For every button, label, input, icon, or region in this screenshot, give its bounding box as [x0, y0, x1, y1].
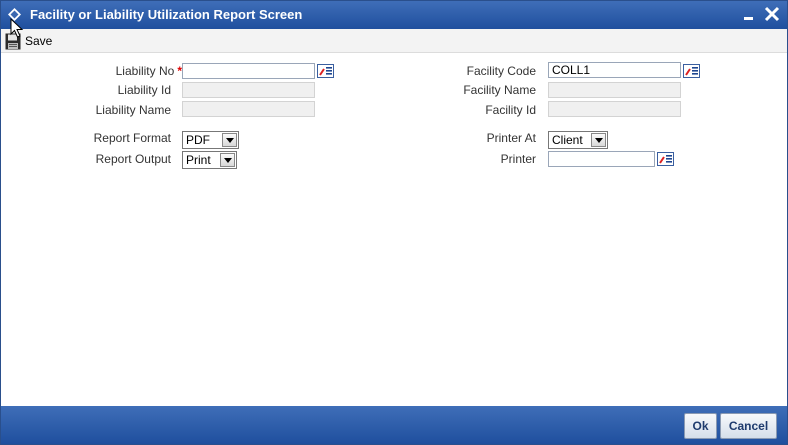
liability-id-label: Liability Id — [117, 83, 171, 97]
report-format-value: PDF — [186, 133, 210, 147]
report-output-select[interactable]: Print — [182, 151, 237, 169]
report-format-select[interactable]: PDF — [182, 131, 239, 149]
facility-code-label: Facility Code — [466, 64, 536, 78]
list-of-values-icon[interactable] — [657, 152, 674, 166]
close-icon[interactable] — [763, 5, 781, 23]
facility-name-label: Facility Name — [463, 83, 536, 97]
report-window: Facility or Liability Utilization Report… — [0, 0, 788, 445]
chevron-down-icon — [591, 133, 606, 147]
list-of-values-icon[interactable] — [317, 64, 334, 78]
facility-id-label: Facility Id — [485, 103, 536, 117]
list-of-values-icon[interactable] — [683, 64, 700, 78]
chevron-down-icon — [220, 153, 235, 167]
printer-at-select[interactable]: Client — [548, 131, 608, 149]
facility-id-field — [548, 101, 681, 117]
printer-at-value: Client — [552, 133, 583, 147]
chevron-down-icon — [222, 133, 237, 147]
liability-no-input[interactable] — [182, 63, 315, 79]
printer-at-label: Printer At — [486, 131, 536, 145]
title-bar: Facility or Liability Utilization Report… — [1, 1, 787, 29]
facility-name-field — [548, 82, 681, 98]
save-label: Save — [25, 34, 53, 48]
liability-name-label: Liability Name — [95, 103, 171, 117]
report-format-label: Report Format — [93, 131, 171, 145]
liability-no-label: Liability No * — [115, 64, 182, 78]
minimize-icon[interactable] — [741, 5, 759, 23]
window-title: Facility or Liability Utilization Report… — [30, 7, 303, 22]
report-output-label: Report Output — [95, 152, 171, 166]
ok-button[interactable]: Ok — [684, 413, 717, 439]
mouse-pointer-icon — [10, 18, 24, 38]
printer-label: Printer — [500, 152, 536, 166]
liability-id-field — [182, 82, 315, 98]
report-output-value: Print — [186, 153, 211, 167]
cancel-button[interactable]: Cancel — [720, 413, 777, 439]
toolbar: Save — [1, 29, 787, 53]
liability-name-field — [182, 101, 315, 117]
facility-code-input[interactable] — [548, 62, 681, 78]
footer-bar: Ok Cancel — [1, 406, 787, 444]
printer-input[interactable] — [548, 151, 655, 167]
